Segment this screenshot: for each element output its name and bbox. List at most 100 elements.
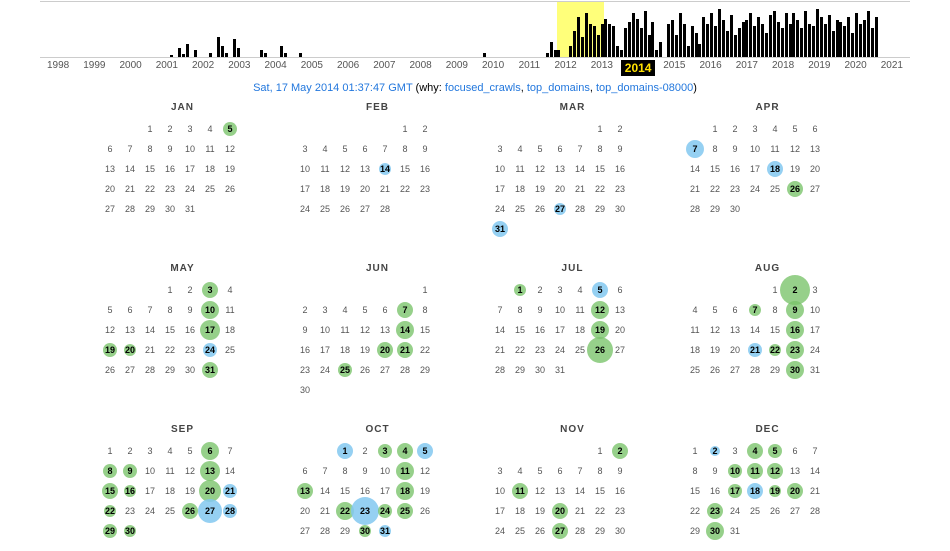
day-cell[interactable]: 17 <box>200 320 220 340</box>
day-cell[interactable]: 27 <box>550 199 570 219</box>
day-cell[interactable]: 26 <box>785 179 805 199</box>
year-label-2017[interactable]: 2017 <box>729 60 765 76</box>
timeline-year-1998[interactable] <box>40 2 64 57</box>
timeline-year-2005[interactable] <box>252 2 299 57</box>
day-cell[interactable]: 12 <box>765 461 785 481</box>
day-cell[interactable]: 31 <box>200 360 220 380</box>
year-label-2001[interactable]: 2001 <box>149 60 185 76</box>
year-label-2013[interactable]: 2013 <box>584 60 620 76</box>
timeline-year-2002[interactable] <box>134 2 158 57</box>
day-cell[interactable]: 27 <box>200 501 220 521</box>
year-label-2000[interactable]: 2000 <box>113 60 149 76</box>
year-label-2016[interactable]: 2016 <box>693 60 729 76</box>
day-cell[interactable]: 7 <box>395 300 415 320</box>
day-cell[interactable]: 21 <box>745 340 765 360</box>
day-cell[interactable]: 21 <box>395 340 415 360</box>
timeline-year-2004[interactable] <box>205 2 252 57</box>
timeline-year-2003[interactable] <box>158 2 205 57</box>
year-label-2020[interactable]: 2020 <box>838 60 874 76</box>
day-cell[interactable]: 20 <box>120 340 140 360</box>
day-cell[interactable]: 3 <box>375 441 395 461</box>
day-cell[interactable]: 27 <box>550 521 570 541</box>
day-cell[interactable]: 16 <box>120 481 140 501</box>
timeline-year-2008[interactable] <box>369 2 393 57</box>
timeline-year-2021[interactable] <box>886 2 910 57</box>
day-cell[interactable]: 5 <box>765 441 785 461</box>
day-cell[interactable]: 26 <box>180 501 200 521</box>
day-cell[interactable]: 14 <box>395 320 415 340</box>
year-label-2004[interactable]: 2004 <box>258 60 294 76</box>
day-cell[interactable]: 23 <box>355 501 375 521</box>
year-label-1999[interactable]: 1999 <box>76 60 112 76</box>
day-cell[interactable]: 18 <box>765 159 785 179</box>
day-cell[interactable]: 13 <box>200 461 220 481</box>
year-label-2010[interactable]: 2010 <box>475 60 511 76</box>
day-cell[interactable]: 7 <box>685 139 705 159</box>
why-reason-link[interactable]: top_domains <box>527 82 590 94</box>
year-label-2021[interactable]: 2021 <box>874 60 910 76</box>
day-cell[interactable]: 11 <box>745 461 765 481</box>
day-cell[interactable]: 2 <box>610 441 630 461</box>
year-sparkline[interactable] <box>40 1 910 58</box>
timeline-year-2020[interactable] <box>839 2 886 57</box>
day-cell[interactable]: 28 <box>220 501 240 521</box>
timeline-year-2010[interactable] <box>416 2 440 57</box>
timeline-year-2007[interactable] <box>346 2 370 57</box>
why-reason-link[interactable]: focused_crawls <box>445 82 521 94</box>
day-cell[interactable]: 23 <box>705 501 725 521</box>
day-cell[interactable]: 7 <box>745 300 765 320</box>
year-label-2008[interactable]: 2008 <box>403 60 439 76</box>
day-cell[interactable]: 4 <box>395 441 415 461</box>
year-label-2019[interactable]: 2019 <box>801 60 837 76</box>
day-cell[interactable]: 14 <box>375 159 395 179</box>
day-cell[interactable]: 11 <box>395 461 415 481</box>
year-axis[interactable]: 1998199920002001200220032004200520062007… <box>40 60 910 76</box>
day-cell[interactable]: 20 <box>200 481 220 501</box>
year-label-2015[interactable]: 2015 <box>656 60 692 76</box>
day-cell[interactable]: 20 <box>375 340 395 360</box>
day-cell[interactable]: 25 <box>335 360 355 380</box>
timeline-year-2012[interactable] <box>463 2 510 57</box>
timeline-year-1999[interactable] <box>64 2 88 57</box>
day-cell[interactable]: 16 <box>785 320 805 340</box>
day-cell[interactable]: 5 <box>415 441 435 461</box>
day-cell[interactable]: 21 <box>220 481 240 501</box>
snapshot-datetime[interactable]: Sat, 17 May 2014 01:37:47 GMT <box>253 82 412 94</box>
year-label-2005[interactable]: 2005 <box>294 60 330 76</box>
day-cell[interactable]: 19 <box>765 481 785 501</box>
day-cell[interactable]: 2 <box>705 441 725 461</box>
day-cell[interactable]: 10 <box>725 461 745 481</box>
timeline-year-2013[interactable] <box>510 2 557 57</box>
timeline-year-2019[interactable] <box>792 2 839 57</box>
day-cell[interactable]: 24 <box>375 501 395 521</box>
year-label-2006[interactable]: 2006 <box>330 60 366 76</box>
day-cell[interactable]: 2 <box>785 280 805 300</box>
day-cell[interactable]: 22 <box>765 340 785 360</box>
year-label-2014[interactable]: 2014 <box>620 60 656 76</box>
day-cell[interactable]: 30 <box>355 521 375 541</box>
year-label-2018[interactable]: 2018 <box>765 60 801 76</box>
day-cell[interactable]: 8 <box>100 461 120 481</box>
timeline-year-2016[interactable] <box>651 2 698 57</box>
day-cell[interactable]: 5 <box>220 119 240 139</box>
timeline-year-2017[interactable] <box>698 2 745 57</box>
day-cell[interactable]: 6 <box>200 441 220 461</box>
year-label-2003[interactable]: 2003 <box>221 60 257 76</box>
day-cell[interactable]: 11 <box>510 481 530 501</box>
day-cell[interactable]: 30 <box>120 521 140 541</box>
timeline-year-2011[interactable] <box>440 2 464 57</box>
day-cell[interactable]: 13 <box>295 481 315 501</box>
why-reason-link[interactable]: top_domains-08000 <box>596 82 693 94</box>
day-cell[interactable]: 31 <box>490 219 510 239</box>
day-cell[interactable]: 18 <box>745 481 765 501</box>
day-cell[interactable]: 24 <box>200 340 220 360</box>
day-cell[interactable]: 22 <box>100 501 120 521</box>
day-cell[interactable]: 9 <box>120 461 140 481</box>
day-cell[interactable]: 3 <box>200 280 220 300</box>
day-cell[interactable]: 12 <box>590 300 610 320</box>
day-cell[interactable]: 5 <box>590 280 610 300</box>
day-cell[interactable]: 25 <box>395 501 415 521</box>
timeline-year-2009[interactable] <box>393 2 417 57</box>
year-label-2002[interactable]: 2002 <box>185 60 221 76</box>
day-cell[interactable]: 29 <box>100 521 120 541</box>
